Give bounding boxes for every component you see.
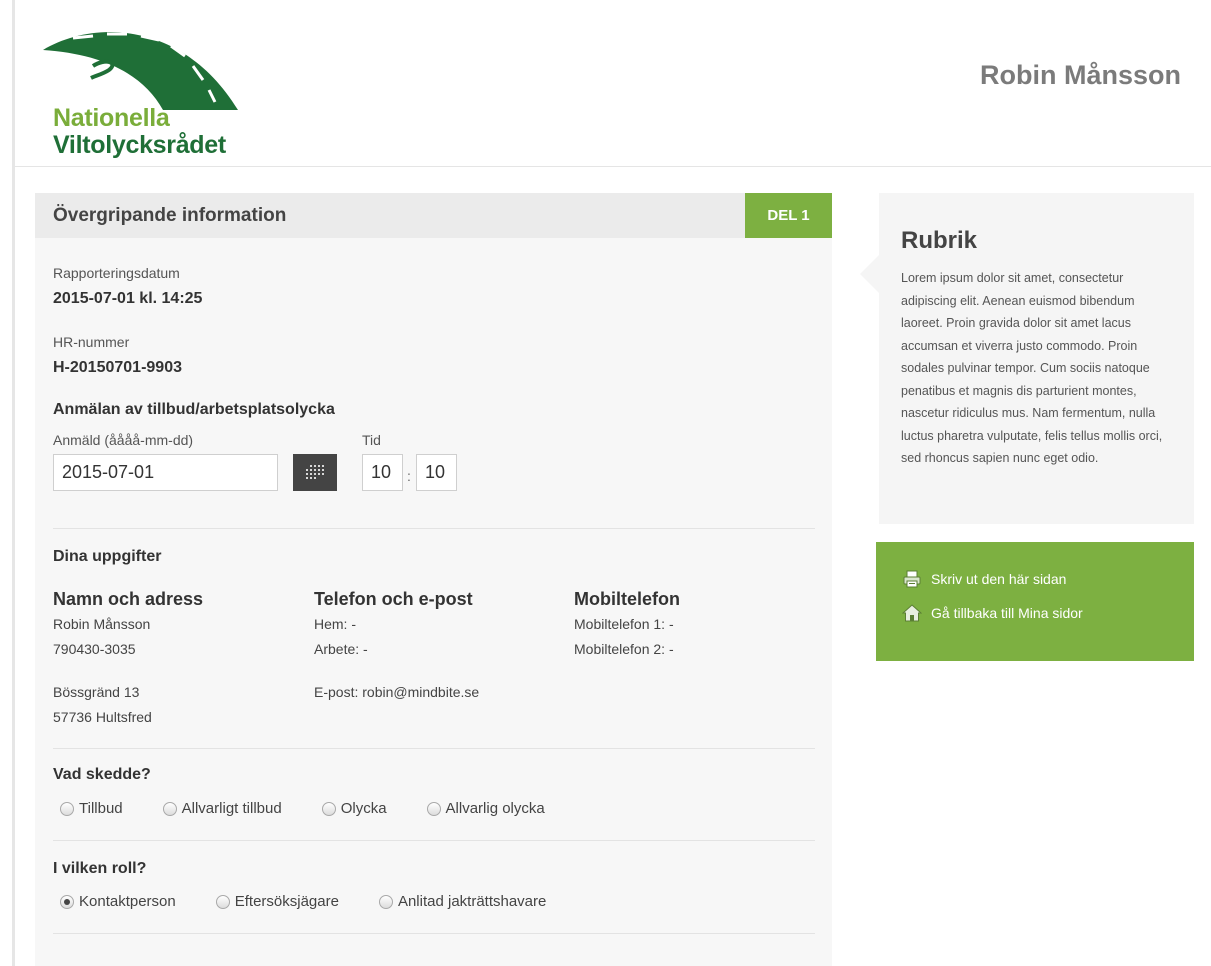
mobile-2: Mobiltelefon 2: - [574,641,674,657]
radio-dot-selected[interactable] [60,894,74,909]
radio-dot[interactable] [162,801,177,816]
divider [53,528,815,529]
radio-label: Anlitad jakträttshavare [397,893,547,910]
divider [53,840,815,841]
hr-number-label: HR-nummer [53,334,130,350]
email: E-post: robin@mindbite.se [314,684,480,700]
time-separator: : [407,468,411,484]
report-date-value: 2015-07-01 kl. 14:25 [53,290,203,307]
section-header: Övergripande information DEL 1 [35,193,832,238]
section-title: Övergripande information [53,205,287,226]
calendar-button[interactable] [293,454,337,491]
radio-label: Kontaktperson [79,893,176,910]
radio-dot[interactable] [378,894,393,909]
back-to-my-pages-link[interactable]: Gå tillbaka till Mina sidor [902,603,1083,623]
info-body: Lorem ipsum dolor sit amet, consectetur … [901,271,1163,465]
radio-anlitad-jakttrattshavare[interactable]: Anlitad jakträttshavare [378,893,547,910]
radio-olycka[interactable]: Olycka [321,800,387,817]
role-options: Kontaktperson Eftersöksjägare Anlitad ja… [60,893,586,910]
divider [53,748,815,749]
phone-email-heading: Telefon och e-post [314,589,473,609]
site-header: Nationella Viltolycksrådet Robin Månsson [15,0,1211,167]
radio-dot[interactable] [321,801,336,816]
notice-date-label: Anmäld (åååå-mm-dd) [53,432,194,448]
radio-label: Allvarligt tillbud [181,800,282,817]
radio-dot[interactable] [215,894,230,909]
info-box-pointer [860,255,879,293]
radio-label: Eftersöksjägare [234,893,339,910]
site-logo[interactable]: Nationella Viltolycksrådet [33,22,243,159]
hour-input[interactable]: 10 [362,454,403,491]
radio-kontaktperson[interactable]: Kontaktperson [60,893,176,910]
user-name[interactable]: Robin Månsson [980,60,1181,91]
print-page-label: Skriv ut den här sidan [931,571,1067,587]
mobile-heading: Mobiltelefon [574,589,680,609]
what-happened-heading: Vad skedde? [53,766,151,783]
notice-time-label: Tid [362,432,381,448]
work-phone: Arbete: - [314,641,368,657]
info-title: Rubrik [901,227,978,254]
radio-dot[interactable] [60,801,74,816]
personal-number: 790430-3035 [53,641,136,657]
logo-line-1: Nationella [53,104,170,132]
report-date-label: Rapporteringsdatum [53,265,180,281]
mobile-1: Mobiltelefon 1: - [574,616,674,632]
home-phone: Hem: - [314,616,356,632]
printer-icon [903,570,921,588]
what-happened-options: Tillbud Allvarligt tillbud Olycka Allvar… [60,800,585,817]
minute-input[interactable]: 10 [416,454,457,491]
details-heading: Dina uppgifter [53,548,162,565]
notice-date-input[interactable]: 2015-07-01 [53,454,278,491]
street-address: Bössgränd 13 [53,684,140,700]
radio-allvarligt-tillbud[interactable]: Allvarligt tillbud [162,800,282,817]
postal-address: 57736 Hultsfred [53,709,152,725]
info-box: Rubrik Lorem ipsum dolor sit amet, conse… [879,193,1194,524]
step-badge: DEL 1 [745,193,832,238]
hr-number-value: H-20150701-9903 [53,359,182,376]
logo-line-2: Viltolycksrådet [53,131,226,159]
back-to-my-pages-label: Gå tillbaka till Mina sidor [931,605,1083,621]
logo-text: Nationella Viltolycksrådet [53,105,226,159]
action-box: Skriv ut den här sidan Gå tillbaka till … [876,542,1194,661]
form-panel: Övergripande information DEL 1 Rapporter… [35,193,832,966]
radio-tillbud[interactable]: Tillbud [60,800,123,817]
name-address-heading: Namn och adress [53,589,204,609]
print-page-link[interactable]: Skriv ut den här sidan [902,569,1066,589]
role-heading: I vilken roll? [53,860,147,877]
radio-label: Olycka [340,800,387,817]
home-icon [902,604,922,622]
radio-allvarlig-olycka[interactable]: Allvarlig olycka [426,800,545,817]
person-name: Robin Månsson [53,616,151,632]
radio-eftersoksjagare[interactable]: Eftersöksjägare [215,893,339,910]
calendar-icon [306,465,324,479]
radio-label: Tillbud [79,800,123,817]
notice-heading: Anmälan av tillbud/arbetsplatsolycka [53,401,335,418]
radio-label: Allvarlig olycka [445,800,545,817]
radio-dot[interactable] [426,801,441,816]
divider [53,933,815,934]
